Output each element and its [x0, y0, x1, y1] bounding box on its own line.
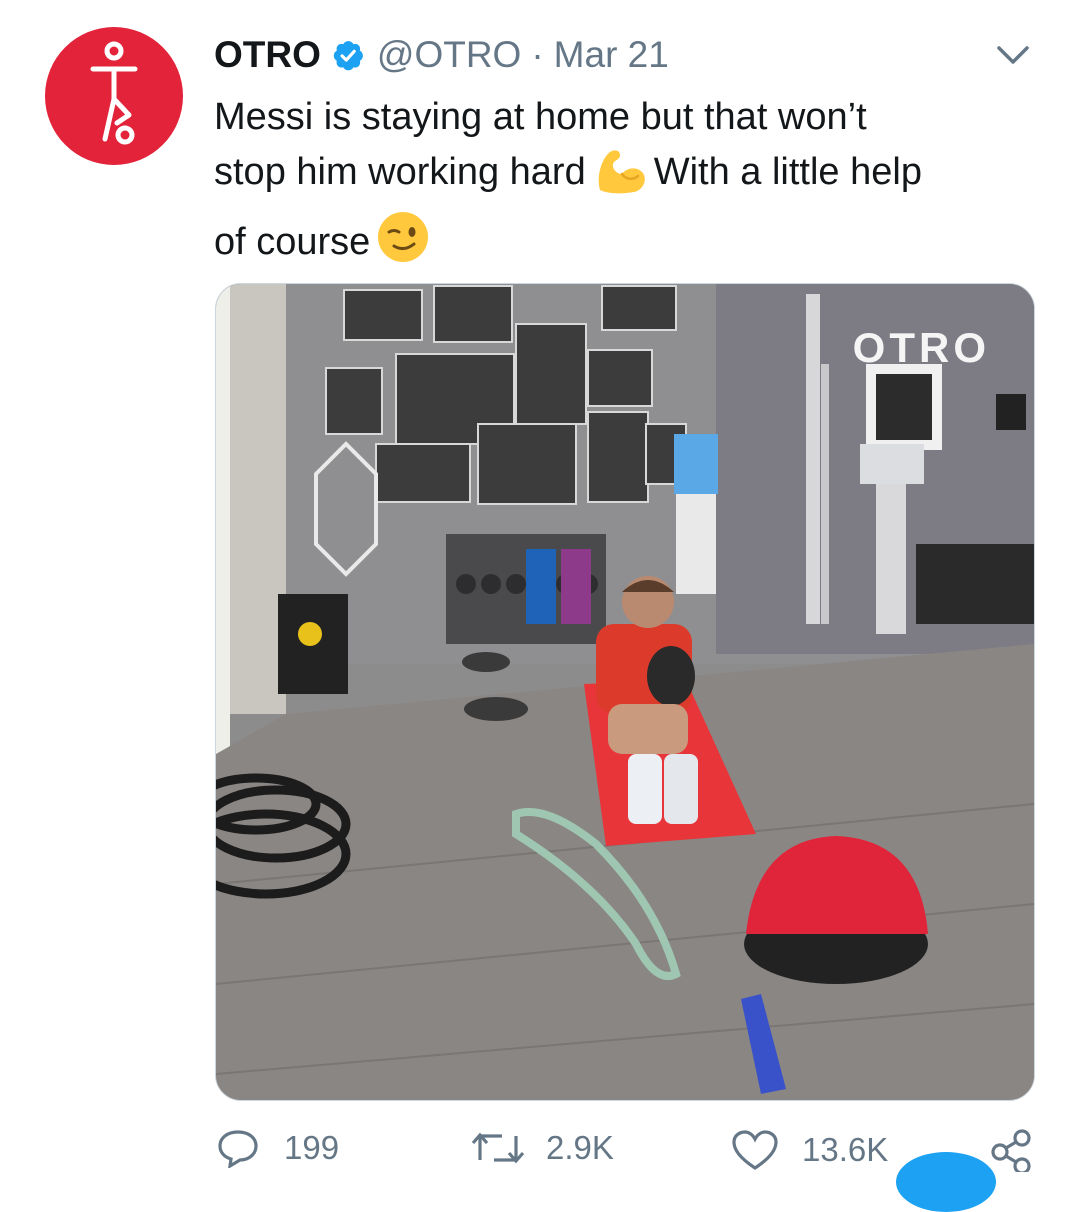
- share-icon: [991, 1129, 1031, 1172]
- tweet-text-segment: of course: [214, 221, 371, 263]
- author-name[interactable]: OTRO: [214, 34, 321, 76]
- flexed-biceps-icon: [592, 146, 648, 210]
- reply-count: 199: [284, 1129, 340, 1166]
- like-button[interactable]: 13.6K: [730, 1128, 888, 1172]
- tweet-date[interactable]: Mar 21: [554, 34, 669, 76]
- tweet-text-line: stop him working hard With a little help: [214, 145, 1044, 210]
- gym-video-frame: [216, 284, 1034, 1100]
- tweet-text-segment: With a little help: [653, 151, 922, 193]
- tweet-media-video[interactable]: OTRO: [215, 283, 1035, 1101]
- retweet-count: 2.9K: [546, 1129, 614, 1166]
- retweet-button[interactable]: 2.9K: [470, 1128, 614, 1168]
- retweet-icon: [471, 1132, 525, 1164]
- heart-icon: [732, 1130, 778, 1170]
- tweet-text-line: Messi is staying at home but that won’t: [214, 96, 867, 138]
- winking-face-icon: [376, 210, 430, 280]
- separator-dot: ·: [531, 34, 544, 75]
- compose-fab-button[interactable]: [896, 1152, 996, 1212]
- tweet-header: OTRO @OTRO · Mar 21: [214, 30, 669, 80]
- author-handle[interactable]: @OTRO: [377, 34, 521, 76]
- reply-button[interactable]: 199: [216, 1128, 339, 1168]
- tweet-text-segment: stop him working hard: [214, 151, 586, 193]
- share-button[interactable]: [988, 1128, 1034, 1172]
- verified-badge-icon: [331, 38, 365, 72]
- video-watermark: OTRO: [852, 324, 990, 371]
- chevron-down-icon[interactable]: [993, 40, 1033, 75]
- tweet-text-line: of course: [214, 210, 1044, 280]
- like-count: 13.6K: [802, 1131, 889, 1168]
- reply-icon: [218, 1130, 258, 1168]
- otro-logo-icon: [90, 41, 138, 145]
- tweet-text: Messi is staying at home but that won’t …: [214, 90, 1044, 280]
- avatar[interactable]: [45, 27, 183, 165]
